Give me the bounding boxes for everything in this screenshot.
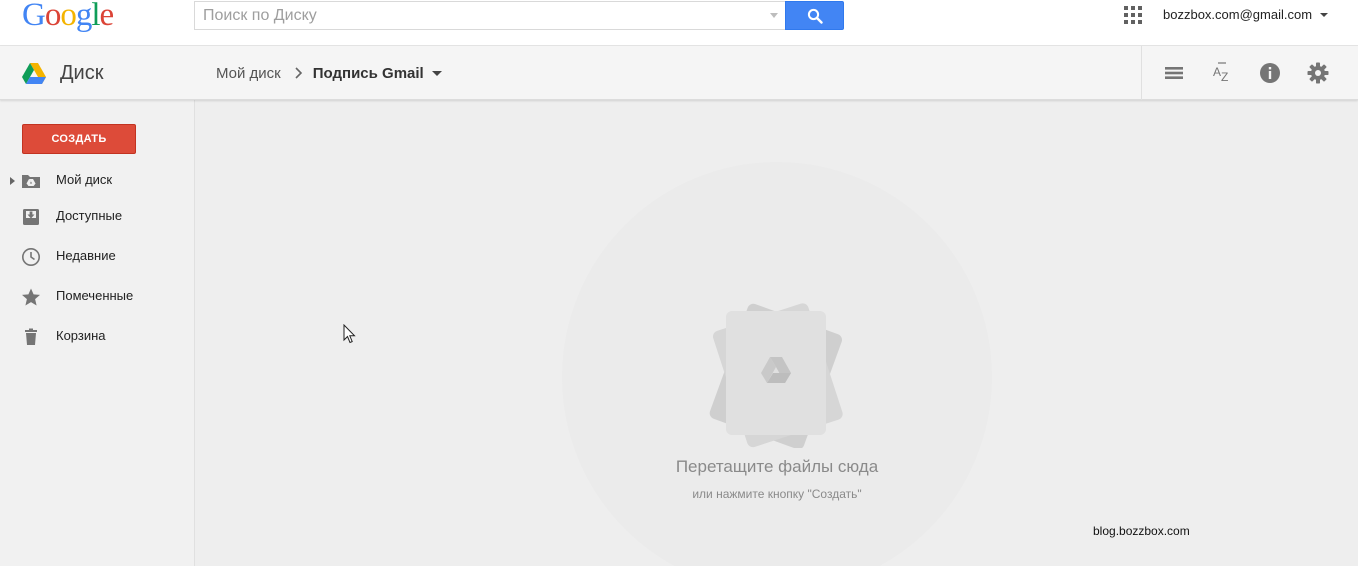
breadcrumb-root[interactable]: Мой диск — [216, 65, 281, 82]
sidebar-item-my-drive[interactable]: Мой диск — [0, 165, 194, 195]
star-icon — [22, 288, 40, 306]
account-caret-icon[interactable] — [1320, 13, 1328, 17]
sidebar-item-recent[interactable]: Недавние — [0, 241, 194, 271]
sidebar-item-label: Доступные — [56, 208, 123, 223]
sidebar-item-label: Помеченные — [56, 288, 134, 303]
settings-gear-icon[interactable] — [1306, 61, 1330, 85]
search-box — [194, 1, 844, 30]
trash-icon — [25, 328, 37, 345]
folder-menu-caret-icon[interactable] — [431, 70, 442, 76]
logo-letter: o — [60, 0, 76, 33]
product-name: Диск — [60, 61, 104, 84]
empty-state-title: Перетащите файлы сюда — [675, 457, 879, 476]
apps-grid-icon[interactable] — [1124, 6, 1142, 24]
sort-az-icon[interactable]: A Z — [1210, 61, 1234, 85]
breadcrumb: Мой диск Подпись Gmail — [216, 46, 442, 100]
sidebar-item-starred[interactable]: Помеченные — [0, 281, 194, 311]
breadcrumb-current-folder[interactable]: Подпись Gmail — [313, 65, 424, 82]
info-icon[interactable] — [1258, 61, 1282, 85]
sidebar: СОЗДАТЬ Мой диск Доступные Недавние Поме… — [0, 100, 195, 566]
sidebar-item-shared[interactable]: Доступные — [0, 201, 194, 231]
chevron-right-icon — [295, 67, 302, 79]
sidebar-item-label: Недавние — [56, 248, 116, 263]
sidebar-item-label: Мой диск — [56, 172, 113, 187]
drive-toolbar: Диск Мой диск Подпись Gmail A Z — [0, 46, 1358, 100]
drive-brand[interactable]: Диск — [22, 46, 103, 100]
empty-state-subtitle: или нажмите кнопку "Создать" — [692, 487, 862, 501]
drive-app: Google bozzbox.com@gmail.com — [0, 0, 1358, 566]
toolbar-divider — [1141, 46, 1142, 100]
logo-letter: e — [99, 0, 115, 33]
sidebar-item-trash[interactable]: Корзина — [0, 321, 194, 351]
create-button[interactable]: СОЗДАТЬ — [22, 124, 136, 154]
list-view-icon[interactable] — [1162, 61, 1186, 85]
logo-letter: g — [75, 0, 92, 33]
expand-arrow-icon[interactable] — [10, 177, 15, 185]
svg-text:A: A — [1213, 65, 1221, 79]
search-button[interactable] — [785, 1, 844, 30]
top-bar: Google bozzbox.com@gmail.com — [0, 0, 1358, 46]
search-icon — [807, 8, 823, 24]
svg-text:Z: Z — [1221, 70, 1228, 84]
my-drive-folder-icon — [22, 175, 40, 188]
logo-letter: G — [22, 0, 46, 33]
drive-logo-icon — [22, 62, 46, 84]
account-email[interactable]: bozzbox.com@gmail.com — [1163, 6, 1312, 24]
file-drop-area[interactable]: Перетащите файлы сюда или нажмите кнопку… — [195, 100, 1358, 566]
google-logo[interactable]: Google — [22, 0, 115, 33]
shared-inbox-icon — [23, 209, 39, 225]
sidebar-item-label: Корзина — [56, 328, 106, 343]
watermark-text: blog.bozzbox.com — [1093, 524, 1190, 538]
search-options-caret-icon[interactable] — [770, 13, 778, 18]
clock-icon — [22, 248, 40, 266]
logo-letter: o — [44, 0, 61, 33]
files-illustration-icon — [709, 303, 843, 448]
search-input[interactable] — [194, 1, 786, 30]
logo-letter: l — [91, 0, 100, 33]
mouse-cursor-icon — [343, 324, 356, 344]
